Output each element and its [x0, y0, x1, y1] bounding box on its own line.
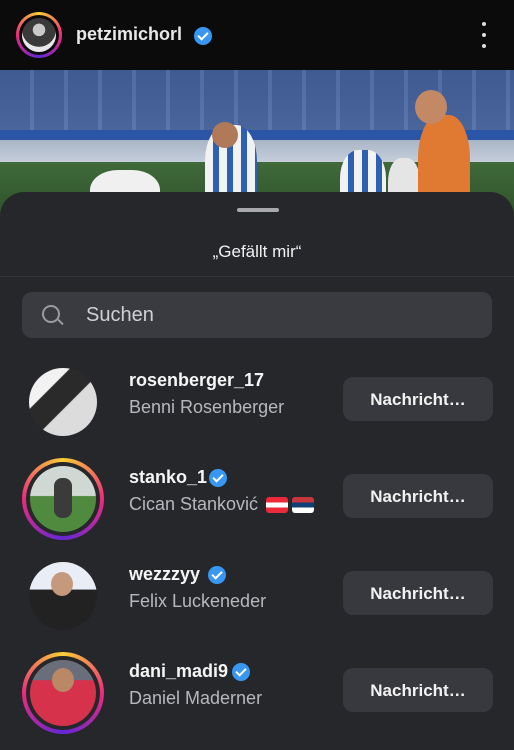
avatar-image — [29, 562, 97, 630]
avatar[interactable] — [22, 361, 104, 443]
list-item[interactable]: rosenberger_17 Benni Rosenberger Nachric… — [0, 352, 514, 449]
list-item[interactable]: wezzzyy Felix Luckeneder Nachricht… — [0, 546, 514, 643]
dot — [482, 22, 486, 26]
verified-badge-icon — [194, 27, 212, 45]
verified-badge-icon — [232, 663, 250, 681]
dot — [482, 33, 486, 37]
full-name: Cican Stanković — [129, 494, 315, 515]
full-name: Daniel Maderner — [129, 688, 263, 708]
full-name: Felix Luckeneder — [129, 591, 267, 611]
avatar[interactable] — [22, 652, 104, 734]
search-icon — [42, 305, 60, 323]
likes-sheet: „Gefällt mir“ Suchen rosenberger_17 Benn… — [0, 192, 514, 750]
list-item[interactable]: dani_madi9 Daniel Maderner Nachricht… — [0, 643, 514, 740]
search-input[interactable]: Suchen — [86, 304, 154, 327]
search-field[interactable]: Suchen — [22, 292, 492, 338]
list-item[interactable]: stanko_1 Cican Stanković Nachricht… — [0, 449, 514, 546]
player-head — [212, 122, 238, 148]
player-head — [415, 90, 447, 124]
full-name: Benni Rosenberger — [129, 397, 285, 417]
sheet-title: „Gefällt mir“ — [212, 242, 302, 261]
divider — [0, 276, 514, 277]
avatar[interactable] — [22, 458, 104, 540]
author-avatar-image — [22, 18, 56, 52]
avatar[interactable] — [22, 555, 104, 637]
username[interactable]: wezzzyy — [129, 564, 200, 585]
message-button[interactable]: Nachricht… — [343, 668, 493, 712]
sheet-drag-handle[interactable] — [237, 208, 279, 212]
username[interactable]: rosenberger_17 — [129, 370, 264, 391]
dot — [482, 44, 486, 48]
author-username[interactable]: petzimichorl — [76, 24, 182, 45]
message-button[interactable]: Nachricht… — [343, 474, 493, 518]
verified-badge-icon — [209, 469, 227, 487]
austria-flag-icon — [266, 497, 289, 514]
author-avatar[interactable] — [16, 12, 62, 58]
username[interactable]: stanko_1 — [129, 467, 207, 488]
avatar-image — [30, 660, 96, 726]
more-vertical-icon[interactable] — [478, 22, 490, 48]
verified-badge-icon — [208, 566, 226, 584]
message-button[interactable]: Nachricht… — [343, 571, 493, 615]
message-button[interactable]: Nachricht… — [343, 377, 493, 421]
post-header: petzimichorl — [0, 0, 514, 70]
avatar-image — [29, 368, 97, 436]
avatar-image — [30, 466, 96, 532]
full-name-text: Cican Stanković — [129, 494, 259, 514]
serbia-flag-icon — [292, 497, 315, 514]
username[interactable]: dani_madi9 — [129, 661, 228, 682]
